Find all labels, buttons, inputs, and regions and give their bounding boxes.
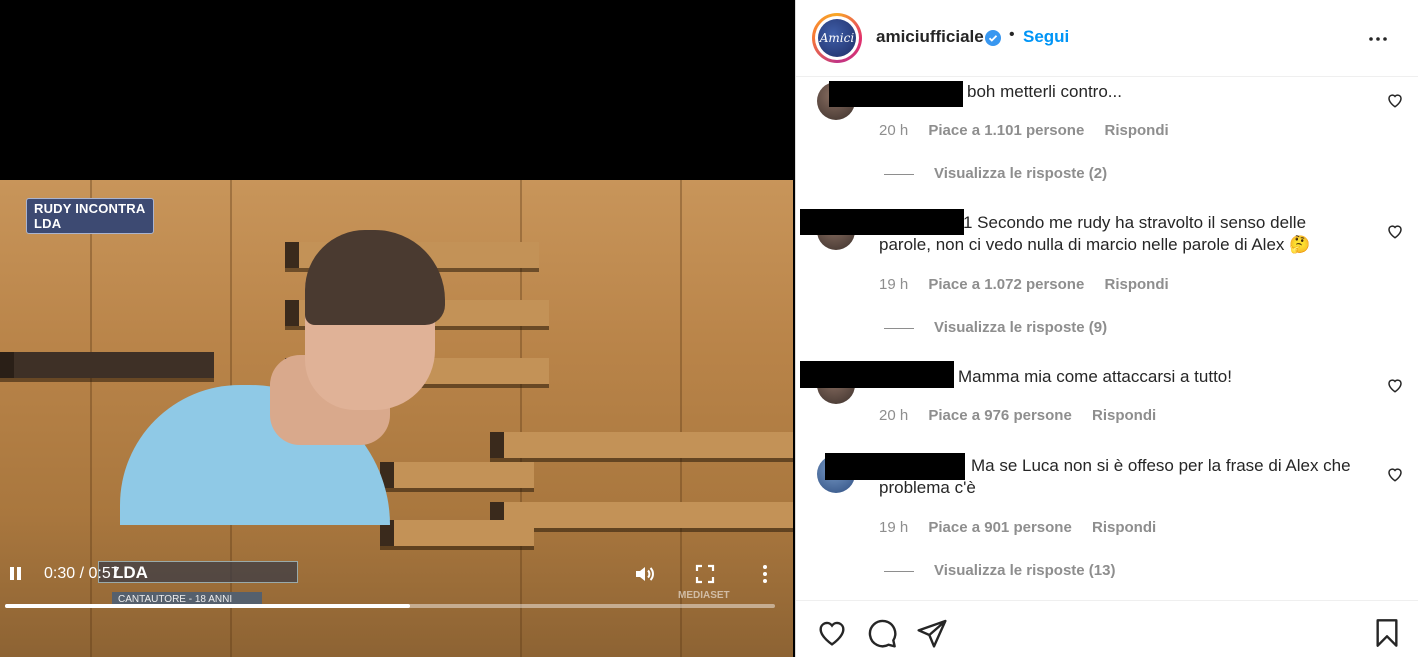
view-replies-label: Visualizza le risposte (2): [934, 165, 1108, 182]
comment-text: Ma se Luca non si è offeso per la frase …: [879, 456, 1351, 497]
comment-meta: 20 h Piace a 976 persone Rispondi: [879, 407, 1172, 424]
comment-icon[interactable]: [866, 617, 898, 649]
heart-icon[interactable]: [816, 617, 848, 649]
comment-meta: 19 h Piace a 1.072 persone Rispondi: [879, 276, 1185, 293]
comment-text: Mamma mia come attaccarsi a tutto!: [958, 367, 1232, 386]
reply-button[interactable]: Rispondi: [1092, 407, 1156, 424]
separator-dot: •: [1009, 26, 1015, 43]
avatar-border: Amici: [815, 16, 859, 60]
comment-likes[interactable]: Piace a 976 persone: [928, 407, 1071, 424]
more-options-icon[interactable]: [1366, 28, 1390, 52]
video-controls: 0:30 / 0:57: [0, 556, 793, 616]
comment-time: 19 h: [879, 276, 909, 293]
wall-shelf: [490, 432, 793, 458]
badge-line1: RUDY INCONTRA: [34, 201, 146, 216]
fullscreen-icon[interactable]: [693, 562, 717, 586]
video-player[interactable]: RUDY INCONTRA LDA LDA CANTAUTORE - 18 AN…: [0, 0, 795, 657]
comment-text: boh metterli contro...: [967, 82, 1122, 101]
progress-fill: [5, 604, 411, 608]
reply-button[interactable]: Rispondi: [1104, 122, 1168, 139]
replies-line: [884, 327, 914, 329]
comment-like-heart-icon[interactable]: [1386, 222, 1404, 240]
post-sidebar: Amici amiciufficiale • Segui boh metterl…: [795, 0, 1418, 657]
view-replies-label: Visualizza le risposte (9): [934, 319, 1108, 336]
bookmark-icon[interactable]: [1371, 617, 1403, 649]
reply-button[interactable]: Rispondi: [1092, 519, 1156, 536]
post-header: Amici amiciufficiale • Segui: [796, 0, 1418, 77]
avatar[interactable]: Amici: [812, 13, 862, 63]
more-vertical-icon[interactable]: [753, 562, 777, 586]
comment-text: 1 Secondo me rudy ha stravolto il senso …: [879, 213, 1311, 254]
reply-button[interactable]: Rispondi: [1104, 276, 1168, 293]
share-icon[interactable]: [916, 617, 948, 649]
view-replies-label: Visualizza le risposte (13): [934, 562, 1116, 579]
person-figure: [120, 230, 445, 525]
view-replies-button[interactable]: Visualizza le risposte (13): [884, 562, 1115, 579]
view-replies-button[interactable]: Visualizza le risposte (2): [884, 165, 1107, 182]
time-display: 0:30 / 0:57: [44, 565, 120, 582]
comment-time: 19 h: [879, 519, 909, 536]
comment-meta: 19 h Piace a 901 persone Rispondi: [879, 519, 1172, 536]
comment-like-heart-icon[interactable]: [1386, 376, 1404, 394]
redacted-username: [829, 81, 963, 107]
profile-picture: Amici: [818, 19, 856, 57]
volume-icon[interactable]: [633, 562, 657, 586]
comment-time: 20 h: [879, 122, 909, 139]
wall-shelf: [380, 462, 534, 488]
show-badge: RUDY INCONTRA LDA: [26, 198, 154, 234]
comment-likes[interactable]: Piace a 1.101 persone: [928, 122, 1084, 139]
replies-line: [884, 570, 914, 572]
comment-like-heart-icon[interactable]: [1386, 465, 1404, 483]
comment-meta: 20 h Piace a 1.101 persone Rispondi: [879, 122, 1185, 139]
redacted-username: [800, 361, 954, 388]
verified-badge-icon: [985, 30, 1001, 46]
replies-line: [884, 173, 914, 175]
comment-like-heart-icon[interactable]: [1386, 91, 1404, 109]
progress-bar[interactable]: [5, 604, 775, 608]
view-replies-button[interactable]: Visualizza le risposte (9): [884, 319, 1107, 336]
comments-list: boh metterli contro... 20 h Piace a 1.10…: [796, 77, 1418, 599]
username[interactable]: amiciufficiale: [876, 27, 984, 47]
comment-likes[interactable]: Piace a 1.072 persone: [928, 276, 1084, 293]
comment-likes[interactable]: Piace a 901 persone: [928, 519, 1071, 536]
comment-time: 20 h: [879, 407, 909, 424]
wall-shelf: [490, 502, 793, 528]
wall-shelf: [380, 520, 534, 546]
badge-line2: LDA: [34, 216, 62, 231]
follow-button[interactable]: Segui: [1023, 27, 1069, 47]
post-actions: [796, 600, 1418, 658]
pause-icon[interactable]: [8, 566, 24, 582]
